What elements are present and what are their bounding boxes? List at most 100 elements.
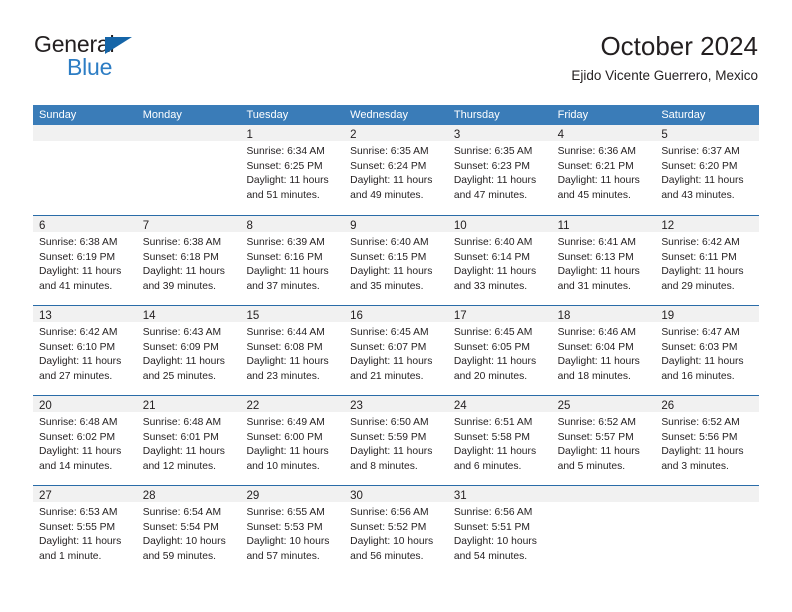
sunrise-text: Sunrise: 6:36 AM <box>557 146 637 157</box>
day-cell[interactable]: 25 Sunrise: 6:52 AM Sunset: 5:57 PM Dayligh… <box>551 396 656 485</box>
daylight-text-line2: and 43 minutes. <box>661 189 735 201</box>
day-cell[interactable]: 2 Sunrise: 6:35 AM Sunset: 6:24 PM Daylight… <box>344 125 448 215</box>
day-cell[interactable]: 12 Sunrise: 6:42 AM Sunset: 6:11 PM Dayligh… <box>655 216 760 305</box>
day-cell[interactable]: 24 Sunrise: 6:51 AM Sunset: 5:58 PM Dayligh… <box>447 396 552 485</box>
sunset-text: Sunset: 5:59 PM <box>350 431 427 443</box>
daylight-text-line2: and 47 minutes. <box>453 189 528 201</box>
daylight-text-line2: and 21 minutes. <box>350 370 424 382</box>
day-number: 15 <box>246 310 260 322</box>
day-details: Sunrise: 6:53 AM Sunset: 5:55 PM Daylight:… <box>33 502 137 564</box>
day-cell[interactable]: 6 Sunrise: 6:38 AM Sunset: 6:19 PM Daylight… <box>33 216 137 305</box>
generalblue-logo[interactable]: General Blue <box>34 32 204 88</box>
daylight-text-line2: and 57 minutes. <box>246 550 320 562</box>
day-cell[interactable]: 1 Sunrise: 6:34 AM Sunset: 6:25 PM Daylight… <box>240 125 345 215</box>
daylight-text-line2: and 14 minutes. <box>39 460 113 472</box>
day-cell[interactable]: 3 Sunrise: 6:35 AM Sunset: 6:23 PM Daylight… <box>447 125 552 215</box>
day-cell[interactable]: 16 Sunrise: 6:45 AM Sunset: 6:07 PM Dayligh… <box>344 306 448 395</box>
day-number-band: 26 <box>655 396 760 412</box>
day-details: Sunrise: 6:35 AM Sunset: 6:24 PM Daylight:… <box>344 141 448 203</box>
day-number: 13 <box>39 310 52 322</box>
sunset-text: Sunset: 6:02 PM <box>39 431 116 443</box>
day-details: Sunrise: 6:51 AM Sunset: 5:58 PM Daylight:… <box>448 412 552 474</box>
daylight-text-line2: and 6 minutes. <box>453 460 522 472</box>
day-number-band: 21 <box>136 396 241 412</box>
sunset-text: Sunset: 6:24 PM <box>350 160 427 172</box>
day-number: 10 <box>453 220 467 232</box>
day-cell[interactable]: 9 Sunrise: 6:40 AM Sunset: 6:15 PM Daylight… <box>344 216 448 305</box>
day-cell[interactable]: 13 Sunrise: 6:42 AM Sunset: 6:10 PM Dayligh… <box>33 306 137 395</box>
day-details: Sunrise: 6:45 AM Sunset: 6:05 PM Daylight:… <box>448 322 552 384</box>
day-number-band: 30 <box>344 486 448 502</box>
day-cell[interactable]: 26 Sunrise: 6:52 AM Sunset: 5:56 PM Dayligh… <box>655 396 760 485</box>
sunset-text: Sunset: 5:54 PM <box>142 521 219 533</box>
day-cell[interactable]: 5 Sunrise: 6:37 AM Sunset: 6:20 PM Daylight… <box>655 125 760 215</box>
day-cell[interactable]: 8 Sunrise: 6:39 AM Sunset: 6:16 PM Daylight… <box>240 216 345 305</box>
day-details: Sunrise: 6:42 AM Sunset: 6:11 PM Daylight:… <box>655 232 759 294</box>
sunrise-text: Sunrise: 6:56 AM <box>350 507 429 518</box>
day-cell[interactable]: 18 Sunrise: 6:46 AM Sunset: 6:04 PM Dayligh… <box>551 306 656 395</box>
calendar-week-row: 13 Sunrise: 6:42 AM Sunset: 6:10 PM Dayligh… <box>33 305 760 395</box>
day-cell[interactable]: 27 Sunrise: 6:53 AM Sunset: 5:55 PM Dayligh… <box>33 486 137 575</box>
weekday-header-tuesday: Tuesday <box>246 109 289 121</box>
page-title: October 2024 <box>600 31 758 61</box>
day-cell-empty <box>136 125 241 215</box>
day-cell[interactable]: 19 Sunrise: 6:47 AM Sunset: 6:03 PM Dayligh… <box>655 306 760 395</box>
day-cell[interactable]: 17 Sunrise: 6:45 AM Sunset: 6:05 PM Dayligh… <box>447 306 552 395</box>
day-cell[interactable]: 14 Sunrise: 6:43 AM Sunset: 6:09 PM Dayligh… <box>136 306 241 395</box>
sunrise-text: Sunrise: 6:34 AM <box>246 146 325 157</box>
daylight-text-line1: Daylight: 11 hours <box>246 446 329 458</box>
day-details: Sunrise: 6:48 AM Sunset: 6:02 PM Daylight:… <box>33 412 137 474</box>
weekday-header-thursday: Thursday <box>453 109 500 121</box>
day-number-band: 17 <box>447 306 552 322</box>
day-number: 2 <box>350 129 357 141</box>
daylight-text-line2: and 35 minutes. <box>350 280 424 292</box>
day-cell[interactable]: 23 Sunrise: 6:50 AM Sunset: 5:59 PM Dayligh… <box>344 396 448 485</box>
daylight-text-line1: Daylight: 11 hours <box>557 175 640 187</box>
day-cell[interactable]: 22 Sunrise: 6:49 AM Sunset: 6:00 PM Dayligh… <box>240 396 345 485</box>
day-details: Sunrise: 6:50 AM Sunset: 5:59 PM Daylight:… <box>344 412 448 474</box>
day-number: 31 <box>453 490 467 502</box>
day-cell[interactable]: 15 Sunrise: 6:44 AM Sunset: 6:08 PM Dayligh… <box>240 306 345 395</box>
weekday-header-monday: Monday <box>142 109 182 121</box>
sunset-text: Sunset: 5:52 PM <box>350 521 427 533</box>
day-details: Sunrise: 6:45 AM Sunset: 6:07 PM Daylight:… <box>344 322 448 384</box>
day-cell[interactable]: 11 Sunrise: 6:41 AM Sunset: 6:13 PM Dayligh… <box>551 216 656 305</box>
daylight-text-line1: Daylight: 11 hours <box>661 175 744 187</box>
day-cell[interactable]: 20 Sunrise: 6:48 AM Sunset: 6:02 PM Dayligh… <box>33 396 137 485</box>
day-number-band: 2 <box>344 125 448 141</box>
sunrise-text: Sunrise: 6:43 AM <box>142 327 222 338</box>
day-cell[interactable]: 31 Sunrise: 6:56 AM Sunset: 5:51 PM Dayligh… <box>447 486 552 575</box>
day-details: Sunrise: 6:37 AM Sunset: 6:20 PM Daylight:… <box>655 141 759 203</box>
sunset-text: Sunset: 6:00 PM <box>246 431 323 443</box>
day-number: 18 <box>557 310 571 322</box>
daylight-text-line1: Daylight: 11 hours <box>350 266 433 278</box>
calendar-weeks: 1 Sunrise: 6:34 AM Sunset: 6:25 PM Daylight… <box>33 125 760 575</box>
day-number-band: 9 <box>344 216 448 232</box>
day-number: 21 <box>142 400 156 412</box>
day-number-band: 31 <box>447 486 552 502</box>
day-cell[interactable]: 7 Sunrise: 6:38 AM Sunset: 6:18 PM Daylight… <box>136 216 241 305</box>
day-cell[interactable]: 21 Sunrise: 6:48 AM Sunset: 6:01 PM Dayligh… <box>136 396 241 485</box>
daylight-text-line2: and 1 minute. <box>39 550 102 562</box>
day-cell[interactable]: 29 Sunrise: 6:55 AM Sunset: 5:53 PM Dayligh… <box>240 486 345 575</box>
day-cell[interactable]: 10 Sunrise: 6:40 AM Sunset: 6:14 PM Dayligh… <box>447 216 552 305</box>
day-cell[interactable]: 28 Sunrise: 6:54 AM Sunset: 5:54 PM Dayligh… <box>136 486 241 575</box>
daylight-text-line1: Daylight: 11 hours <box>350 446 433 458</box>
day-number: 16 <box>350 310 363 322</box>
daylight-text-line2: and 16 minutes. <box>661 370 735 382</box>
calendar-page: General Blue October 2024 Ejido Vicente … <box>0 0 792 612</box>
sunset-text: Sunset: 6:14 PM <box>453 251 531 263</box>
day-cell[interactable]: 4 Sunrise: 6:36 AM Sunset: 6:21 PM Daylight… <box>551 125 656 215</box>
sunset-text: Sunset: 6:08 PM <box>246 341 323 353</box>
day-number-band: 14 <box>136 306 241 322</box>
daylight-text-line2: and 20 minutes. <box>453 370 528 382</box>
daylight-text-line2: and 23 minutes. <box>246 370 320 382</box>
day-number-band: 23 <box>344 396 448 412</box>
day-number: 17 <box>453 310 467 322</box>
day-details: Sunrise: 6:49 AM Sunset: 6:00 PM Daylight:… <box>240 412 344 474</box>
day-cell[interactable]: 30 Sunrise: 6:56 AM Sunset: 5:52 PM Dayligh… <box>344 486 448 575</box>
day-details: Sunrise: 6:44 AM Sunset: 6:08 PM Daylight:… <box>240 322 344 384</box>
day-cell-empty <box>655 486 760 575</box>
day-number-band: 11 <box>551 216 656 232</box>
daylight-text-line1: Daylight: 11 hours <box>557 446 640 458</box>
